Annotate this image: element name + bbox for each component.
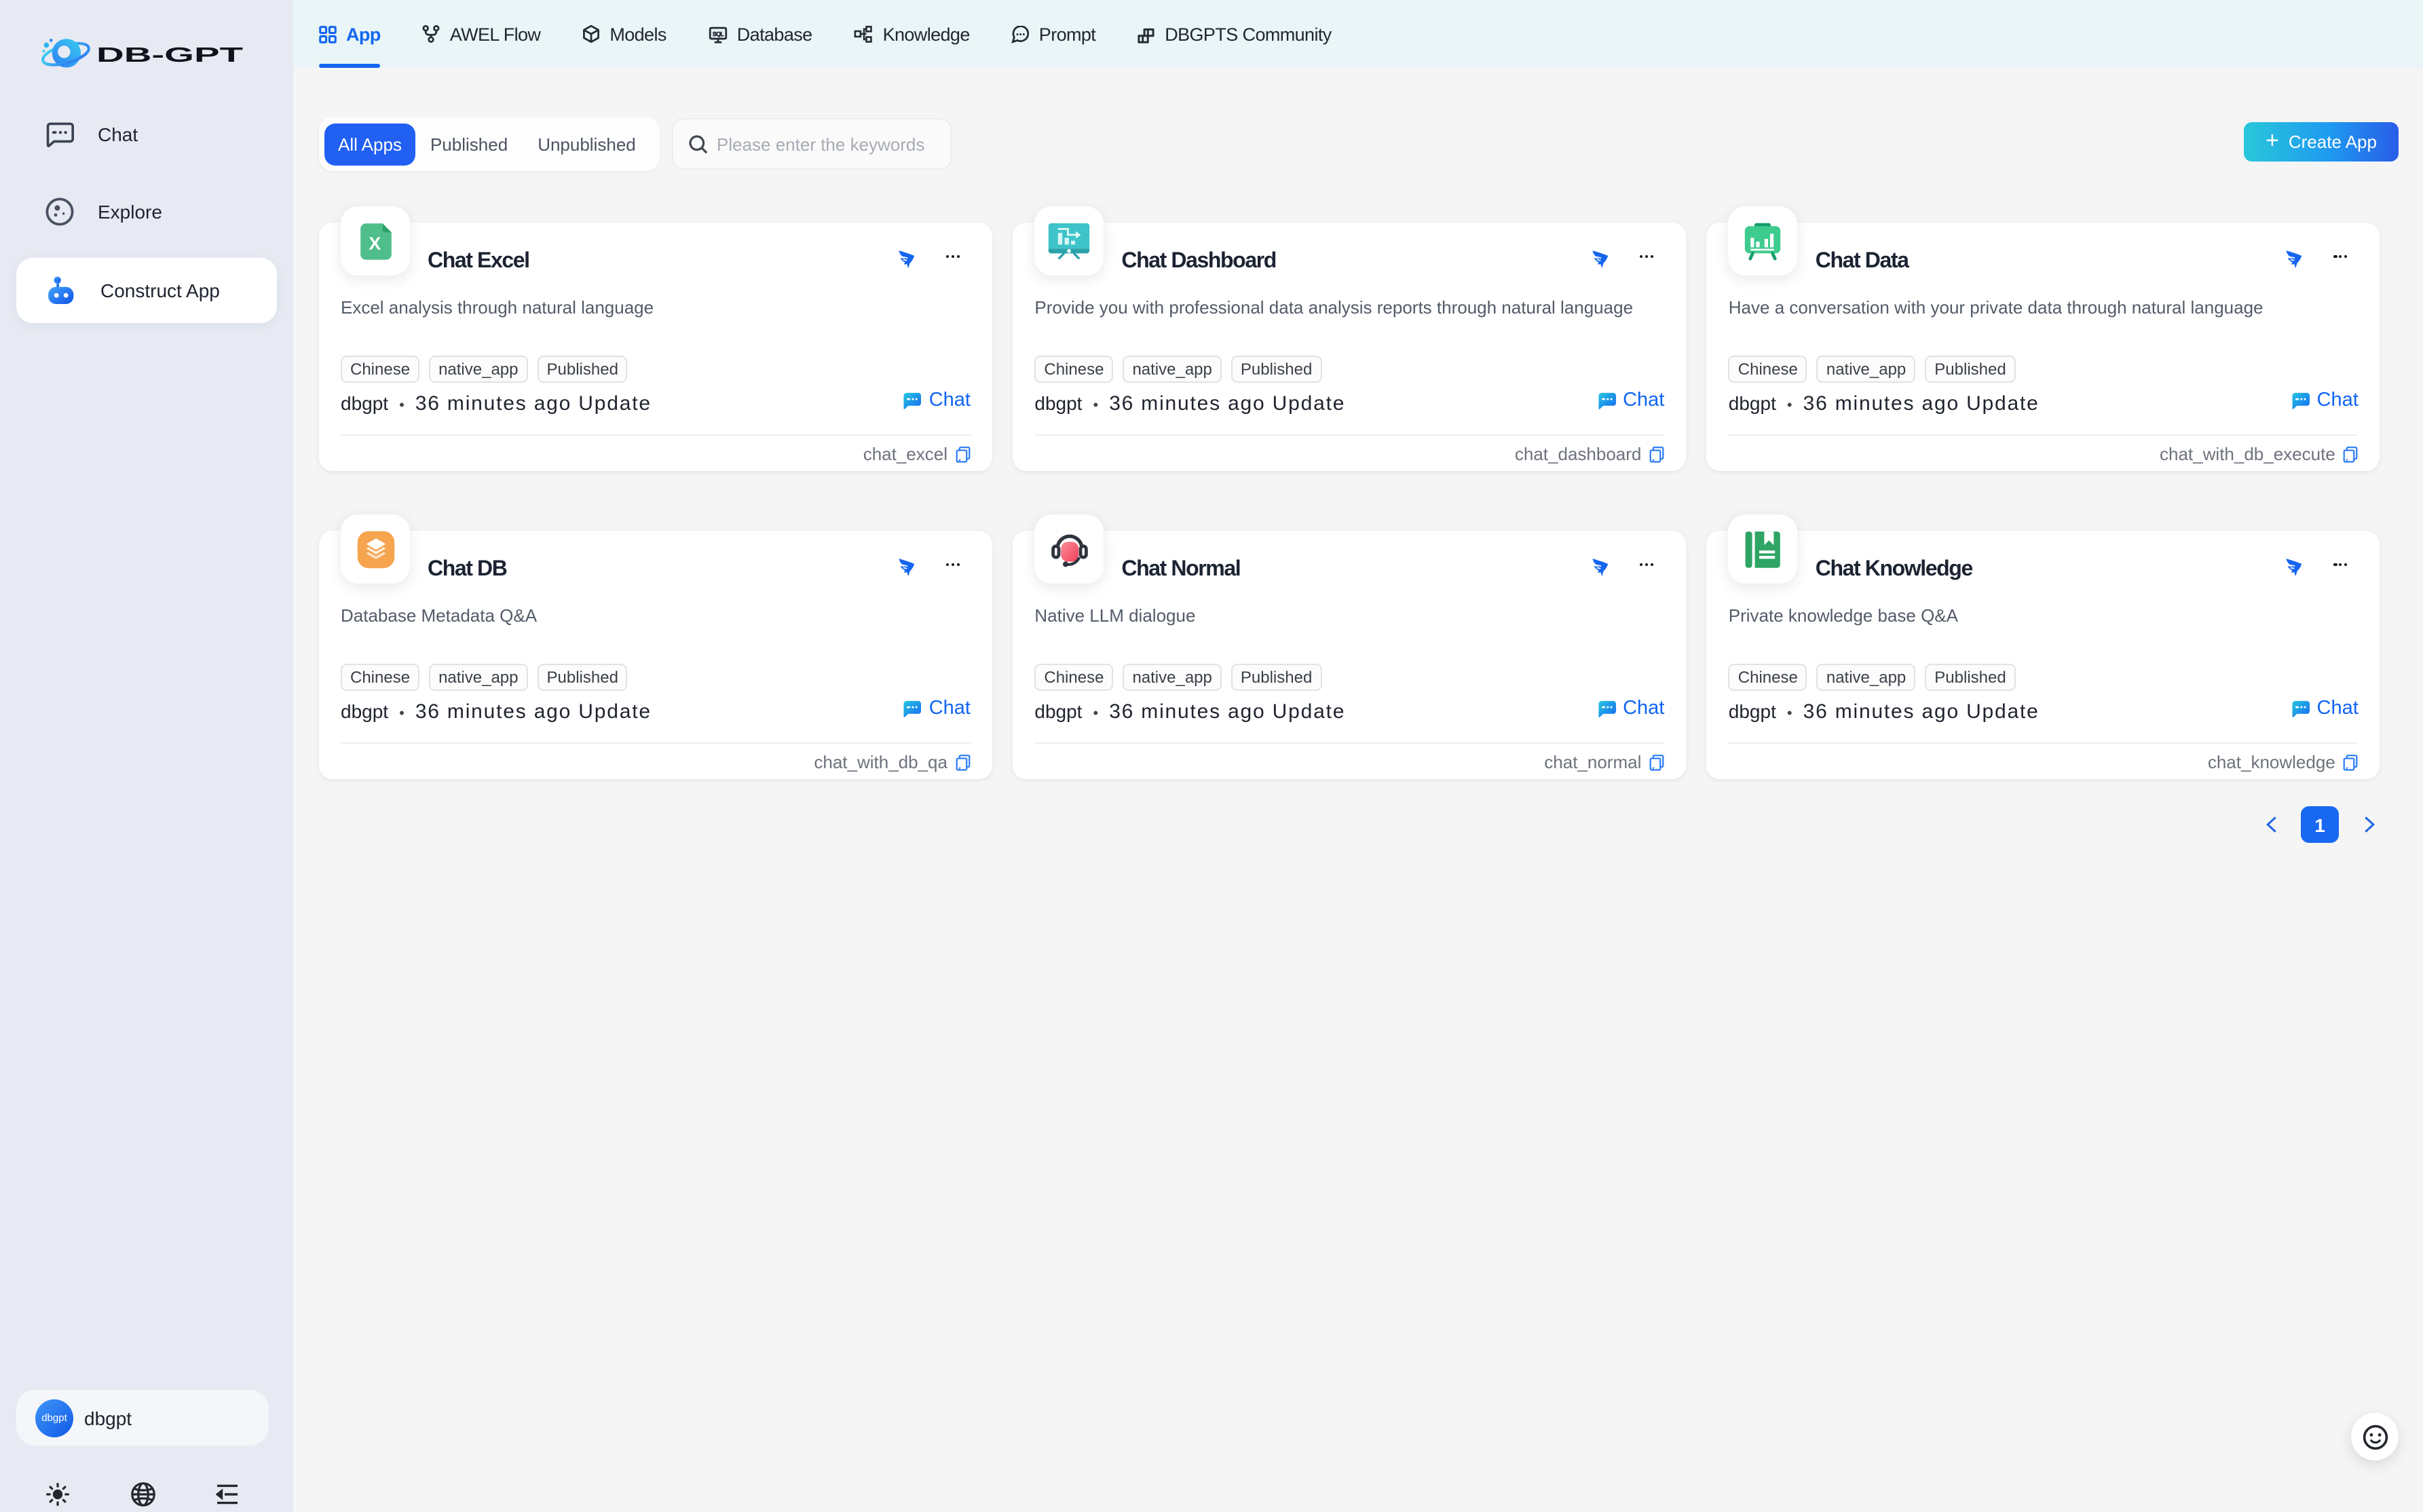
svg-text:X: X — [368, 233, 380, 253]
svg-text:SQL: SQL — [713, 30, 724, 37]
svg-text:DB-GPT: DB-GPT — [96, 42, 243, 66]
